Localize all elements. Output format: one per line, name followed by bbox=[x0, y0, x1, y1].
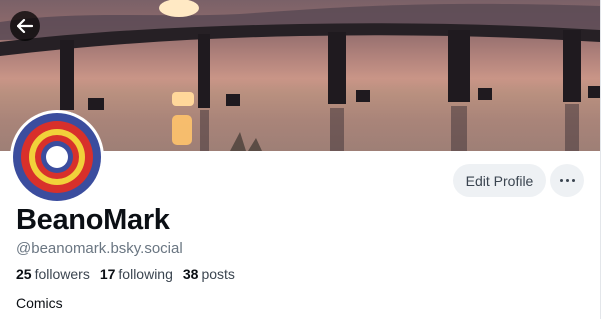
followers-link[interactable]: 25 followers bbox=[16, 266, 90, 282]
scrollbar-track[interactable] bbox=[600, 0, 604, 319]
followers-count: 25 bbox=[16, 266, 32, 282]
profile-bio: Comics bbox=[16, 295, 63, 311]
following-label: following bbox=[118, 266, 173, 282]
edit-profile-button[interactable]: Edit Profile bbox=[453, 164, 546, 197]
display-name: BeanoMark bbox=[16, 204, 170, 236]
posts-count-stat: 38 posts bbox=[183, 266, 235, 282]
ellipsis-icon bbox=[565, 179, 569, 182]
posts-label: posts bbox=[201, 266, 235, 282]
profile-handle: @beanomark.bsky.social bbox=[16, 240, 183, 257]
ellipsis-icon bbox=[559, 179, 563, 182]
roundel-avatar-image bbox=[13, 113, 101, 201]
following-count: 17 bbox=[99, 266, 116, 282]
profile-stats: 25 followers 17 following 38 posts bbox=[16, 266, 235, 282]
posts-count: 38 bbox=[182, 266, 199, 282]
ellipsis-icon bbox=[571, 179, 575, 182]
avatar[interactable] bbox=[10, 110, 104, 204]
arrow-left-icon bbox=[17, 19, 33, 33]
more-options-button[interactable] bbox=[550, 164, 584, 197]
following-link[interactable]: 17 following bbox=[100, 266, 173, 282]
followers-label: followers bbox=[34, 266, 90, 282]
back-button[interactable] bbox=[10, 11, 40, 41]
